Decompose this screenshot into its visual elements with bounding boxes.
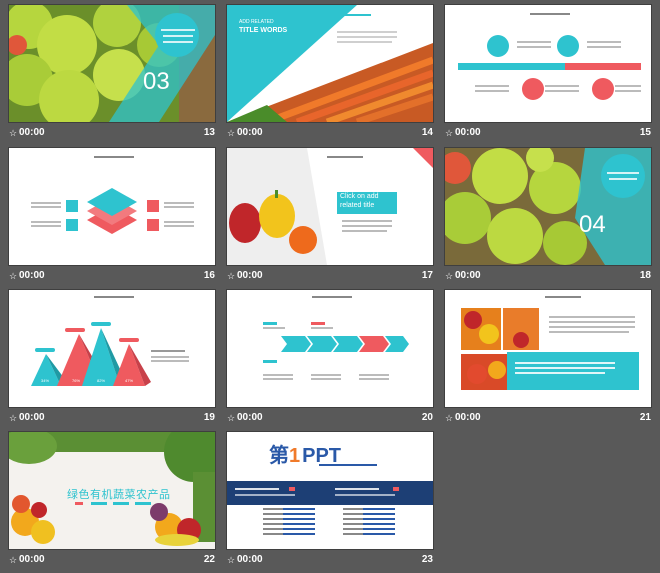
star-transition-icon[interactable]: ☆ bbox=[445, 271, 453, 281]
slide-duration: 00:00 bbox=[19, 554, 45, 565]
star-transition-icon[interactable]: ☆ bbox=[227, 555, 235, 565]
callout-text-2: related title bbox=[340, 202, 375, 209]
slide-meta: ☆ 00:00 23 bbox=[227, 553, 433, 567]
star-transition-icon[interactable]: ☆ bbox=[227, 413, 235, 423]
star-transition-icon[interactable]: ☆ bbox=[9, 271, 17, 281]
slide-preview-18[interactable]: 04 bbox=[445, 148, 651, 265]
apples-photo bbox=[445, 148, 651, 265]
slide-preview-21[interactable] bbox=[445, 290, 651, 407]
slide-meta: ☆ 00:00 16 bbox=[9, 269, 215, 283]
slide-duration: 00:00 bbox=[455, 270, 481, 281]
star-transition-icon[interactable]: ☆ bbox=[227, 271, 235, 281]
slide-meta: ☆ 00:00 13 bbox=[9, 126, 215, 140]
slide-meta: ☆ 00:00 15 bbox=[445, 126, 651, 140]
slide-preview-17[interactable]: Click on add related title bbox=[227, 148, 433, 265]
timeline-diagram bbox=[445, 5, 651, 122]
star-transition-icon[interactable]: ☆ bbox=[9, 555, 17, 565]
slide-meta: ☆ 00:00 19 bbox=[9, 411, 215, 425]
slide-preview-16[interactable] bbox=[9, 148, 215, 265]
slide-preview-22[interactable]: 绿色有机蔬菜农产品 bbox=[9, 432, 215, 549]
slide-number: 16 bbox=[203, 270, 215, 281]
layered-stack-diagram bbox=[9, 148, 215, 265]
percent-label-2: 76% bbox=[72, 378, 81, 383]
slide-preview-15[interactable] bbox=[445, 5, 651, 122]
percent-label-1: 34% bbox=[41, 378, 50, 383]
title-words: TITLE WORDS bbox=[239, 27, 288, 34]
slide-meta: ☆ 00:00 21 bbox=[445, 411, 651, 425]
star-transition-icon[interactable]: ☆ bbox=[445, 128, 453, 138]
brand-logo: 第1 PPT bbox=[269, 444, 341, 468]
slide-duration: 00:00 bbox=[19, 127, 45, 138]
arrow-process-diagram bbox=[227, 290, 433, 407]
slide-preview-23[interactable]: 第1 PPT bbox=[227, 432, 433, 549]
star-transition-icon[interactable]: ☆ bbox=[9, 128, 17, 138]
slide-number: 14 bbox=[421, 127, 433, 138]
slide-preview-20[interactable] bbox=[227, 290, 433, 407]
slide-number: 20 bbox=[421, 412, 433, 423]
star-transition-icon[interactable]: ☆ bbox=[9, 413, 17, 423]
slide-number: 21 bbox=[639, 412, 651, 423]
slide-preview-14[interactable]: ADD RELATED TITLE WORDS bbox=[227, 5, 433, 122]
vegetables-text-layout bbox=[445, 290, 651, 407]
section-number: 04 bbox=[579, 211, 606, 238]
star-transition-icon[interactable]: ☆ bbox=[445, 413, 453, 423]
eyebrow-label: ADD RELATED bbox=[239, 19, 274, 25]
slide-number: 18 bbox=[639, 270, 651, 281]
percent-label-4: 47% bbox=[125, 378, 134, 383]
slide-duration: 00:00 bbox=[19, 412, 45, 423]
slide-preview-13[interactable]: 03 bbox=[9, 5, 215, 122]
slide-duration: 00:00 bbox=[237, 554, 263, 565]
slide-duration: 00:00 bbox=[19, 270, 45, 281]
logo-digit: 1 bbox=[289, 445, 301, 467]
logo-text: PPT bbox=[302, 445, 342, 467]
slide-duration: 00:00 bbox=[237, 412, 263, 423]
slide-duration: 00:00 bbox=[455, 412, 481, 423]
headline: 绿色有机蔬菜农产品 bbox=[67, 489, 171, 501]
slide-number: 15 bbox=[639, 127, 651, 138]
pyramid-chart bbox=[9, 290, 215, 407]
slide-meta: ☆ 00:00 22 bbox=[9, 553, 215, 567]
slide-duration: 00:00 bbox=[237, 127, 263, 138]
percent-label-3: 82% bbox=[97, 378, 106, 383]
slide-meta: ☆ 00:00 20 bbox=[227, 411, 433, 425]
slide-number: 17 bbox=[421, 270, 433, 281]
slide-number: 22 bbox=[203, 554, 215, 565]
slide-meta: ☆ 00:00 14 bbox=[227, 126, 433, 140]
callout-text-1: Click on add bbox=[340, 193, 379, 200]
logo-char: 第 bbox=[269, 445, 289, 467]
slide-duration: 00:00 bbox=[455, 127, 481, 138]
slide-meta: ☆ 00:00 17 bbox=[227, 269, 433, 283]
slide-meta: ☆ 00:00 18 bbox=[445, 269, 651, 283]
slide-preview-19[interactable]: 34% 76% 82% 47% bbox=[9, 290, 215, 407]
slide-number: 23 bbox=[421, 554, 433, 565]
star-transition-icon[interactable]: ☆ bbox=[227, 128, 235, 138]
slide-number: 13 bbox=[203, 127, 215, 138]
section-number: 03 bbox=[143, 68, 170, 95]
apples-photo bbox=[9, 5, 215, 122]
peppers-photo-layout bbox=[227, 148, 433, 265]
slide-duration: 00:00 bbox=[237, 270, 263, 281]
slide-number: 19 bbox=[203, 412, 215, 423]
